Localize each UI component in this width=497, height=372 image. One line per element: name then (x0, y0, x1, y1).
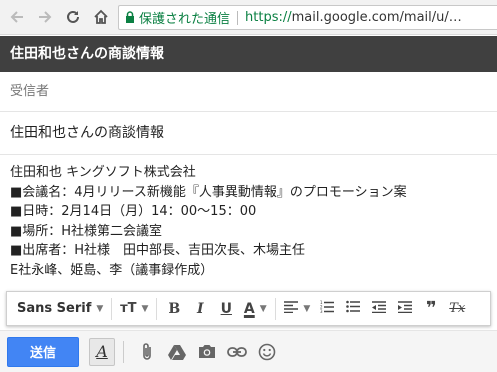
secure-label: 保護された通信 (139, 12, 231, 27)
text-color-button[interactable]: A ▼ (239, 291, 271, 326)
align-left-icon (284, 300, 299, 317)
clear-formatting-button[interactable]: Tx (444, 291, 470, 326)
font-family-label: Sans Serif (17, 301, 92, 316)
back-icon[interactable] (8, 8, 26, 26)
indent-less-icon (372, 300, 387, 317)
bulleted-list-icon (346, 300, 361, 317)
body-line: ■場所：H社様第二会議室 (10, 223, 163, 239)
numbered-list-icon: 123 (320, 300, 335, 317)
omnibox-divider (237, 10, 239, 25)
indent-more-button[interactable] (392, 291, 418, 326)
url-prefix: https:// (245, 10, 292, 25)
quote-button[interactable]: ❞ (418, 291, 444, 326)
font-size-select[interactable]: тT ▼ (116, 291, 152, 326)
action-divider (123, 340, 124, 363)
svg-text:3: 3 (320, 309, 323, 313)
reload-icon[interactable] (64, 8, 82, 26)
browser-toolbar: 保護された通信 https://mail.google.com/mail/u/… (0, 0, 497, 35)
align-button[interactable]: ▼ (280, 291, 314, 326)
bulleted-list-button[interactable] (340, 291, 366, 326)
chevron-down-icon: ▼ (259, 303, 267, 314)
toolbar-divider (111, 297, 113, 320)
lock-icon (125, 8, 135, 27)
font-family-select[interactable]: Sans Serif ▼ (7, 291, 107, 326)
insert-link-icon[interactable] (222, 337, 252, 367)
underline-button[interactable]: U (213, 291, 239, 326)
chevron-down-icon: ▼ (303, 303, 311, 314)
indent-less-button[interactable] (366, 291, 392, 326)
bold-button[interactable]: B (161, 291, 187, 326)
text-color-icon: A (243, 300, 255, 317)
address-bar[interactable]: 保護された通信 https://mail.google.com/mail/u/… (118, 5, 497, 30)
insert-emoji-icon[interactable] (252, 337, 282, 367)
message-body[interactable]: 住田和也 キングソフト株式会社 ■会議名：4月リリース新機能『人事異動情報』のプ… (10, 163, 490, 280)
send-button[interactable]: 送信 (7, 336, 79, 367)
recipients-field[interactable]: 受信者 (0, 72, 497, 112)
url-rest: mail.google.com/mail/u/… (291, 10, 462, 25)
toolbar-divider (156, 297, 158, 320)
italic-button[interactable]: I (187, 291, 213, 326)
forward-icon[interactable] (36, 8, 54, 26)
home-icon[interactable] (92, 8, 110, 26)
body-line: ■会議名：4月リリース新機能『人事異動情報』のプロモーション案 (10, 184, 407, 200)
compose-title: 住田和也さんの商談情報 (0, 36, 497, 72)
font-size-icon: тT (120, 301, 137, 316)
url-text: https://mail.google.com/mail/u/… (245, 10, 462, 25)
body-line: E社永峰、姫島、李（議事録作成） (10, 262, 214, 278)
body-line: ■日時：2月14日（月）14：00〜15：00 (10, 204, 257, 219)
attach-file-icon[interactable] (132, 337, 162, 367)
google-drive-icon[interactable] (162, 337, 192, 367)
body-line: ■出席者：H社様 田中部長、吉田次長、木場主任 (10, 243, 306, 258)
toolbar-divider (275, 297, 277, 320)
numbered-list-button[interactable]: 123 (314, 291, 340, 326)
compose-actions: 送信 A (0, 330, 497, 372)
subject-field[interactable]: 住田和也さんの商談情報 (0, 112, 497, 155)
body-line: 住田和也 キングソフト株式会社 (10, 165, 196, 180)
formatting-toolbar: Sans Serif ▼ тT ▼ B I U A ▼ ▼ 123 ❞ Tx (6, 291, 491, 326)
insert-photo-icon[interactable] (192, 337, 222, 367)
chevron-down-icon: ▼ (96, 303, 104, 314)
formatting-options-button[interactable]: A (89, 337, 115, 366)
indent-more-icon (398, 300, 413, 317)
chevron-down-icon: ▼ (141, 303, 149, 314)
